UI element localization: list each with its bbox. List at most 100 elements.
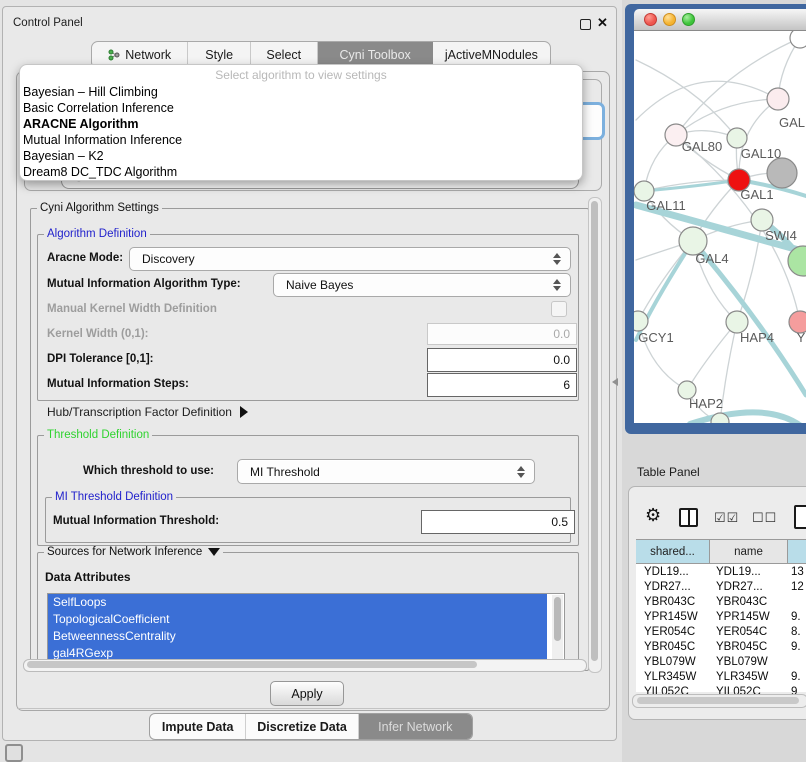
- mi-steps-label: Mutual Information Steps:: [47, 378, 189, 390]
- combo-arrows-icon: [548, 253, 570, 265]
- table-cell: YDR27...: [636, 581, 710, 593]
- tab-jactivemnodules-label: jActiveMNodules: [445, 48, 538, 62]
- table-cell: YPR145W: [636, 611, 710, 623]
- network-node-node-top[interactable]: [790, 31, 806, 48]
- panel-splitter-arrow[interactable]: [612, 378, 618, 386]
- manual-kernel-label: Manual Kernel Width Definition: [47, 303, 217, 315]
- kernel-width-input[interactable]: 0.0: [427, 323, 577, 345]
- network-node-label: SWI4: [765, 228, 797, 243]
- algorithm-item-list: Bayesian – Hill ClimbingBasic Correlatio…: [20, 84, 582, 180]
- column-header-shared[interactable]: shared...: [636, 540, 710, 563]
- network-node-label: GAL11: [646, 198, 686, 213]
- network-node-gal10[interactable]: [727, 128, 747, 148]
- algorithm-placeholder: Select algorithm to view settings: [20, 65, 582, 84]
- algorithm-item[interactable]: Bayesian – K2: [20, 148, 582, 164]
- table-cell: YBL079W: [710, 656, 788, 668]
- tab-style-label: Style: [205, 48, 233, 62]
- table-row[interactable]: YPR145WYPR145W9.: [636, 609, 806, 624]
- aracne-mode-combo[interactable]: Discovery: [129, 247, 571, 271]
- table-row[interactable]: YER054CYER054C8.: [636, 624, 806, 639]
- mi-type-label: Mutual Information Algorithm Type:: [47, 278, 241, 290]
- tab-discretize-data[interactable]: Discretize Data: [246, 714, 358, 739]
- table-row[interactable]: YLR345WYLR345W9.: [636, 670, 806, 685]
- scrollbar-thumb[interactable]: [554, 597, 561, 641]
- minimize-traffic-light[interactable]: [663, 13, 676, 26]
- table-horizontal-scrollbar[interactable]: [632, 694, 806, 708]
- dpi-tolerance-label: DPI Tolerance [0,1]:: [47, 353, 154, 365]
- manual-kernel-checkbox[interactable]: [551, 301, 567, 317]
- tab-impute-data[interactable]: Impute Data: [150, 714, 246, 739]
- network-icon: [108, 49, 120, 61]
- table-cell: YER054C: [710, 626, 788, 638]
- table-cell: YER054C: [636, 626, 710, 638]
- algorithm-item[interactable]: Bayesian – Hill Climbing: [20, 84, 582, 100]
- table-cell: YBL079W: [636, 656, 710, 668]
- checked-checkboxes-icon[interactable]: ☑☑: [714, 510, 739, 526]
- network-node-gray-node[interactable]: [767, 158, 797, 188]
- network-node-label: GAL: [779, 115, 805, 130]
- control-panel: Control Panel ✕ Network Style Select: [2, 6, 617, 741]
- which-threshold-combo[interactable]: MI Threshold: [237, 459, 535, 484]
- attributes-scrollbar[interactable]: [552, 595, 563, 661]
- document-icon[interactable]: [794, 505, 806, 529]
- network-node-gal7[interactable]: [767, 88, 789, 110]
- table-row[interactable]: YBR045CYBR045C9.: [636, 639, 806, 654]
- table-cell: YBR045C: [710, 641, 788, 653]
- table-row[interactable]: YDR27...YDR27...12: [636, 579, 806, 594]
- network-node-gcy1[interactable]: [634, 311, 648, 331]
- network-node-label: GAL4: [695, 251, 728, 266]
- mi-threshold-value: 0.5: [551, 515, 568, 529]
- network-window-titlebar[interactable]: [634, 9, 806, 31]
- mi-type-value: Naive Bayes: [274, 278, 548, 292]
- which-threshold-value: MI Threshold: [238, 465, 512, 479]
- attribute-item[interactable]: SelfLoops: [48, 594, 547, 611]
- scrollbar-thumb[interactable]: [27, 661, 477, 668]
- settings-vertical-scrollbar[interactable]: [588, 197, 602, 673]
- table-cell: 12: [788, 581, 806, 593]
- attribute-item[interactable]: TopologicalCoefficient: [48, 611, 547, 628]
- algorithm-item[interactable]: Mutual Information Inference: [20, 132, 582, 148]
- network-edge-thick: [690, 412, 806, 423]
- hub-section-toggle[interactable]: Hub/Transcription Factor Definition: [47, 405, 248, 419]
- dpi-tolerance-value: 0.0: [553, 353, 570, 367]
- unchecked-checkboxes-icon[interactable]: ☐☐: [752, 510, 777, 526]
- algorithm-item[interactable]: Basic Correlation Inference: [20, 100, 582, 116]
- column-header-name[interactable]: name: [710, 540, 788, 563]
- bottom-tab-strip: Impute Data Discretize Data Infer Networ…: [149, 713, 473, 740]
- mi-threshold-input[interactable]: 0.5: [421, 510, 575, 534]
- network-canvas[interactable]: GALGAL80GAL10GAL1GAL11GAL4SWI4GCY1HAP4YH…: [634, 31, 806, 423]
- table-row[interactable]: YBL079WYBL079W: [636, 655, 806, 670]
- gear-icon[interactable]: ⚙: [645, 505, 661, 525]
- column-header-partial[interactable]: [788, 540, 806, 563]
- tab-select-label: Select: [266, 48, 301, 62]
- mi-type-combo[interactable]: Naive Bayes: [273, 273, 571, 297]
- apply-button[interactable]: Apply: [270, 681, 344, 706]
- sources-group-title[interactable]: Sources for Network Inference: [44, 546, 223, 558]
- mi-steps-input[interactable]: 6: [427, 373, 577, 397]
- dpi-tolerance-input[interactable]: 0.0: [427, 348, 577, 372]
- close-traffic-light[interactable]: [644, 13, 657, 26]
- table-cell: YDL19...: [636, 566, 710, 578]
- expand-right-icon: [240, 406, 248, 418]
- node-table: shared... name YDL19...YDL19...13 YDR27..…: [636, 539, 806, 692]
- columns-icon[interactable]: [679, 508, 698, 527]
- table-body: YDL19...YDL19...13YDR27...YDR27...12YBR0…: [636, 564, 806, 700]
- table-panel-title: Table Panel: [637, 465, 700, 479]
- attribute-item[interactable]: BetweennessCentrality: [48, 628, 547, 645]
- table-row[interactable]: YDL19...YDL19...13: [636, 564, 806, 579]
- scrollbar-thumb[interactable]: [637, 697, 799, 704]
- combo-arrows-icon: [512, 466, 534, 478]
- float-window-icon[interactable]: [580, 19, 591, 30]
- algorithm-item[interactable]: ARACNE Algorithm: [20, 116, 582, 132]
- tab-infer-network[interactable]: Infer Network: [359, 714, 472, 739]
- mi-threshold-label: Mutual Information Threshold:: [53, 515, 219, 527]
- collapsed-panel-icon[interactable]: [5, 744, 23, 762]
- algorithm-item[interactable]: Dream8 DC_TDC Algorithm: [20, 164, 582, 180]
- table-cell: YLR345W: [636, 671, 710, 683]
- table-row[interactable]: YBR043CYBR043C: [636, 594, 806, 609]
- control-panel-title: Control Panel: [13, 17, 83, 29]
- zoom-traffic-light[interactable]: [682, 13, 695, 26]
- close-icon[interactable]: ✕: [597, 15, 608, 31]
- scrollbar-thumb[interactable]: [591, 201, 598, 661]
- settings-horizontal-scrollbar[interactable]: [23, 659, 587, 672]
